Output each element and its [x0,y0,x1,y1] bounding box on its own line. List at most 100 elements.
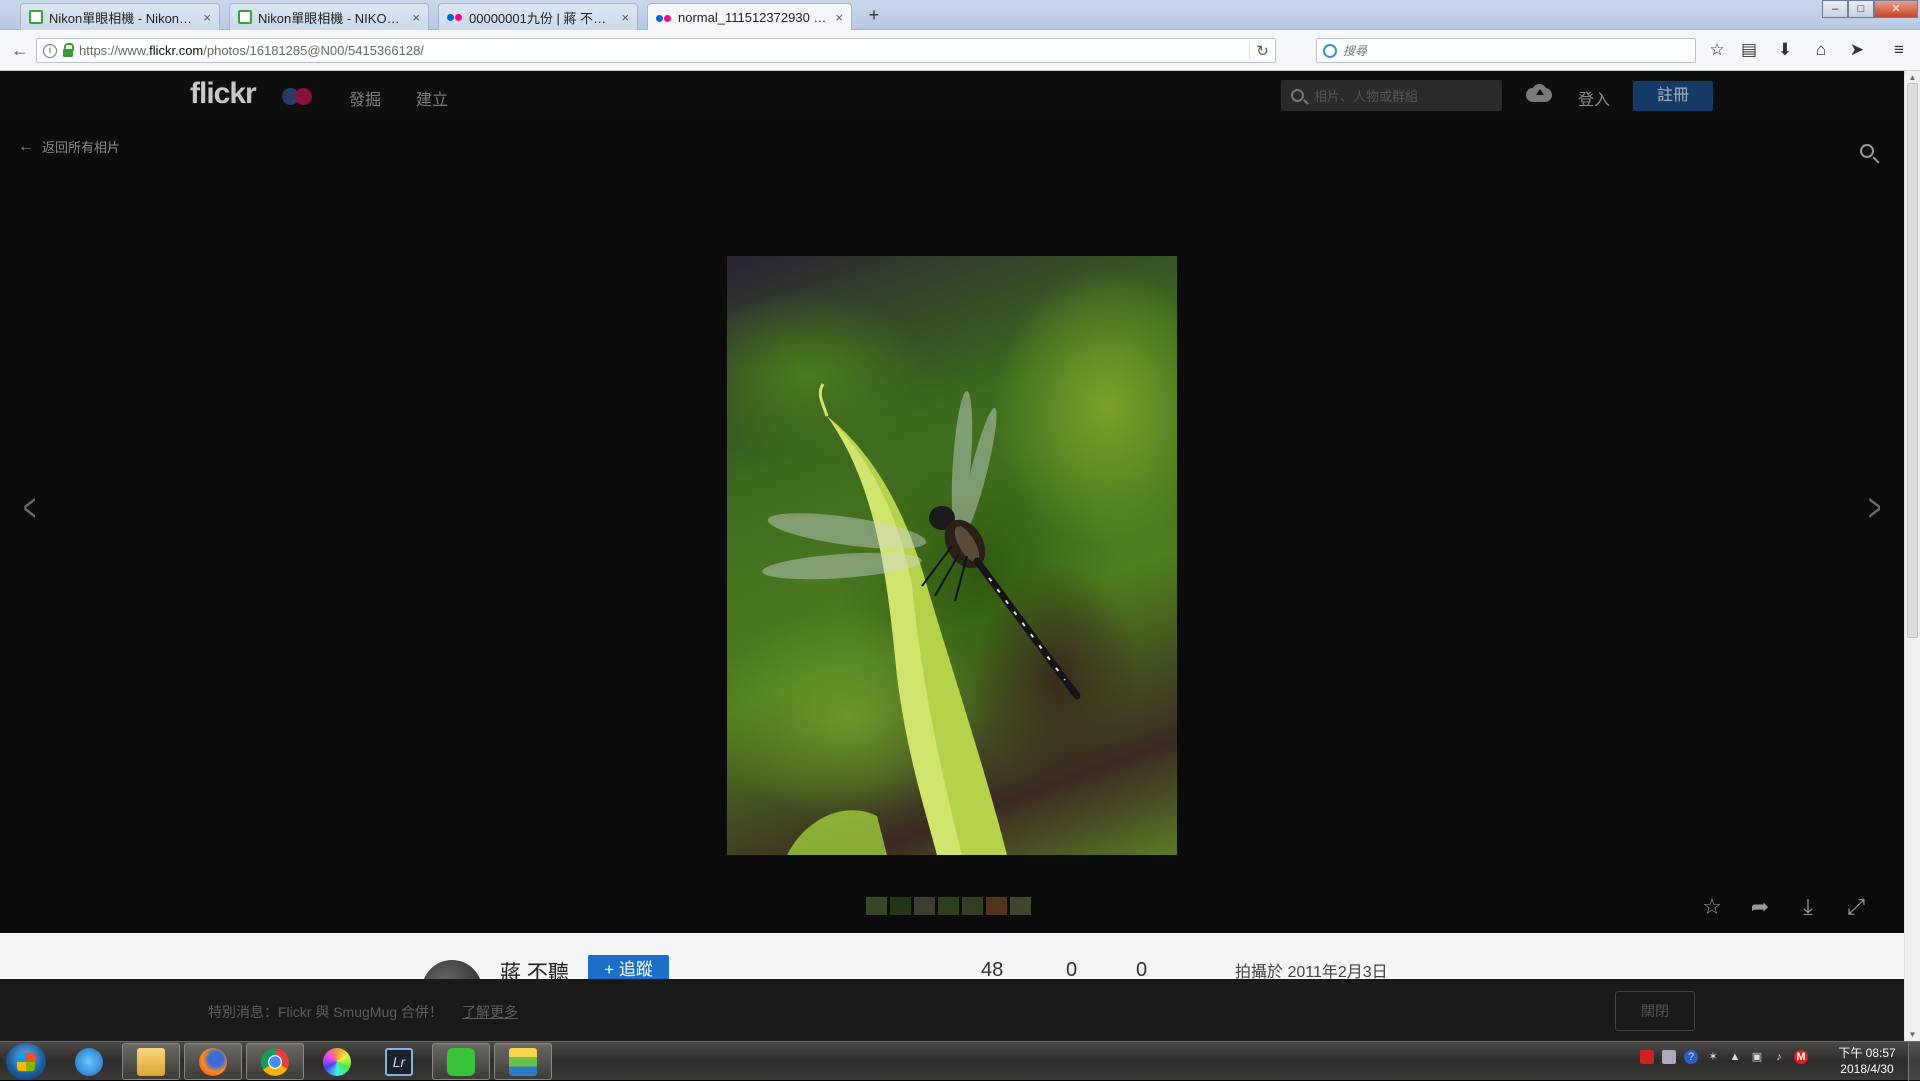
nav-explore[interactable]: 發掘 [349,86,381,110]
reload-icon[interactable]: ↻ [1249,41,1275,60]
chrome-icon [261,1047,289,1076]
browser-tab[interactable]: Nikon單眼相機 - NIKONE... × [229,3,429,30]
filmstrip-thumb[interactable] [938,897,959,915]
tab-close-icon[interactable]: × [835,10,843,25]
show-hidden-icons-icon[interactable]: ▲ [1728,1050,1742,1064]
scrollbar-thumb[interactable] [1907,83,1918,638]
tab-close-icon[interactable]: × [412,10,420,25]
layers-stack-icon [509,1047,537,1076]
stat-faves: 0 [1066,959,1078,981]
bookmark-star-icon[interactable]: ☆ [1706,39,1728,61]
taskbar-line[interactable] [432,1043,490,1080]
flickr-search-input[interactable]: 相片、人物或群組 [1281,80,1502,111]
clock-time: 下午 08:57 [1838,1046,1896,1060]
tab-title: 00000001九份 | 蔣 不聽 | ... [469,10,614,26]
bookmarks-menu-icon[interactable]: ▤ [1738,39,1760,61]
tab-title: Nikon單眼相機 - NIKONE... [258,10,405,26]
maximize-button[interactable]: □ [1848,0,1874,18]
back-to-photos-link[interactable]: ← 返回所有相片 [18,137,120,156]
home-icon[interactable]: ⌂ [1810,39,1832,61]
filmstrip-thumb[interactable] [986,897,1007,915]
tab-title: Nikon單眼相機 - Nikon D... [49,10,196,26]
taskbar-firefox[interactable] [184,1043,242,1080]
tab-close-icon[interactable]: × [621,10,629,25]
windows-logo-icon [17,1053,35,1071]
browser-tab-strip: Nikon單眼相機 - Nikon D... × Nikon單眼相機 - NIK… [0,0,1920,31]
filmstrip-thumb[interactable] [914,897,935,915]
taskbar-stack-app[interactable] [494,1043,552,1080]
taskbar-ie[interactable] [60,1043,118,1080]
search-icon [1291,89,1304,102]
download-icon[interactable]: ⬇ [1774,39,1796,61]
minimize-button[interactable]: – [1822,0,1848,18]
network-tray-icon[interactable]: ▣ [1750,1050,1764,1064]
scroll-up-arrow-icon[interactable]: ▲ [1905,73,1920,82]
flickr-dots-icon [656,11,672,25]
windows-taskbar: Lr ? ✶ ▲ ▣ ♪ M 下午 08:57 2018/4/30 [0,1041,1920,1081]
lightroom-icon: Lr [385,1047,413,1076]
fullscreen-expand-icon[interactable]: ⤢ [1843,894,1869,920]
download-icon[interactable]: ⤓ [1795,894,1821,920]
tab-close-icon[interactable]: × [203,10,211,25]
photo-illustration [762,383,1081,855]
back-arrow-icon[interactable]: ← [8,38,32,62]
previous-photo-chevron-icon[interactable]: < [23,486,36,531]
search-engine-icon[interactable] [1323,43,1337,58]
search-placeholder: 相片、人物或群組 [1314,89,1419,104]
main-photo-dragonfly[interactable] [727,256,1177,855]
info-icon[interactable]: i [43,43,57,58]
volume-tray-icon[interactable]: ♪ [1772,1050,1786,1064]
antivirus-tray-icon[interactable]: M [1794,1050,1808,1064]
browser-tab[interactable]: 00000001九份 | 蔣 不聽 | ... × [438,3,638,30]
flickr-dots-icon [447,10,463,24]
tab-title: normal_111512372930 | ... [678,10,828,25]
taskbar-explorer[interactable] [122,1043,180,1080]
upload-cloud-icon[interactable] [1524,84,1554,104]
signup-button[interactable]: 註冊 [1633,81,1713,111]
flickr-logo[interactable]: flickr [190,77,257,111]
taskbar-color-app[interactable] [308,1043,366,1080]
taken-date: 拍攝於 2011年2月3日 [1235,964,1388,981]
taskbar-lightroom[interactable]: Lr [370,1043,428,1080]
banner-close-button[interactable]: 關閉 [1615,991,1695,1031]
line-chat-icon [447,1047,475,1076]
help-tray-icon[interactable]: ? [1684,1050,1698,1064]
favorite-star-icon[interactable]: ☆ [1699,894,1725,920]
zoom-search-icon[interactable] [1860,144,1880,164]
search-placeholder: 搜尋 [1343,44,1368,58]
taskbar-chrome[interactable] [246,1043,304,1080]
next-photo-chevron-icon[interactable]: > [1868,486,1881,531]
start-button[interactable] [6,1043,46,1080]
share-arrow-icon[interactable]: ➦ [1747,894,1773,920]
new-tab-button[interactable]: + [864,5,884,26]
nav-create[interactable]: 建立 [416,86,448,110]
page-scrollbar[interactable]: ▲ ▼ [1904,71,1920,1041]
system-tray: ? ✶ ▲ ▣ ♪ M [1640,1050,1808,1064]
stat-views: 48 [981,959,1004,981]
browser-tab-active[interactable]: normal_111512372930 | ... × [647,3,852,31]
firefox-icon [199,1047,227,1076]
url-text[interactable]: https://www.flickr.com/photos/16181285@N… [79,43,1249,58]
login-link[interactable]: 登入 [1578,86,1610,110]
hamburger-menu-icon[interactable]: ≡ [1888,39,1910,61]
flickr-header: flickr 發掘 建立 相片、人物或群組 登入 註冊 [0,71,1904,119]
bluetooth-tray-icon[interactable]: ✶ [1706,1050,1720,1064]
show-desktop-button[interactable] [1908,1042,1920,1081]
close-window-button[interactable]: ✕ [1874,0,1918,18]
address-bar[interactable]: i https://www.flickr.com/photos/16181285… [36,38,1276,63]
stat-comments: 0 [1136,959,1148,981]
browser-tab[interactable]: Nikon單眼相機 - Nikon D... × [20,3,220,30]
filmstrip-thumb[interactable] [866,897,887,915]
merger-notification-banner: 特別消息：Flickr 與 SmugMug 合併！ 了解更多 關閉 [0,979,1904,1041]
banner-learn-more-link[interactable]: 了解更多 [462,1002,518,1022]
pdf-tray-icon[interactable] [1640,1050,1654,1064]
filmstrip-thumb[interactable] [962,897,983,915]
filmstrip-thumb[interactable] [1010,897,1031,915]
flickr-pro-dots-icon[interactable] [282,85,316,107]
send-icon[interactable]: ➤ [1846,39,1868,61]
browser-search-input[interactable]: 搜尋 [1316,38,1696,63]
scroll-down-arrow-icon[interactable]: ▼ [1905,1030,1920,1039]
taskbar-clock[interactable]: 下午 08:57 2018/4/30 [1832,1045,1902,1077]
drive-tray-icon[interactable] [1662,1050,1676,1064]
filmstrip-thumb[interactable] [890,897,911,915]
